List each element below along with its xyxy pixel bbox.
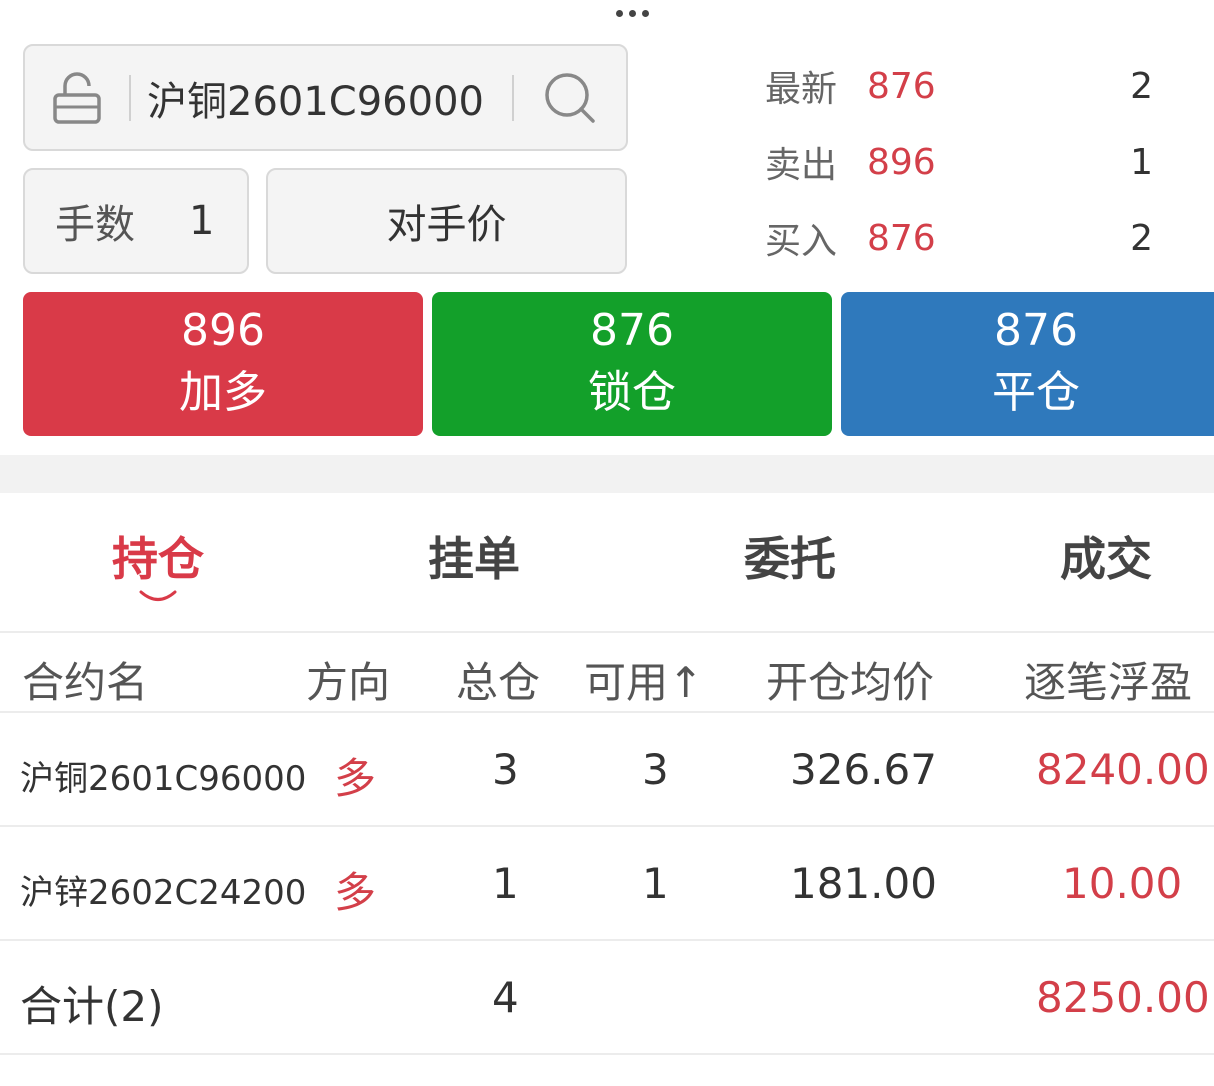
- tab-bar: 持仓 挂单 委托 成交: [0, 493, 1214, 631]
- float-pnl: 8240.00: [1036, 745, 1210, 794]
- close-label: 平仓: [992, 367, 1080, 418]
- quote-volume: 2: [1130, 65, 1153, 107]
- header-total[interactable]: 总仓: [456, 649, 540, 710]
- close-position-button[interactable]: 876 平仓: [841, 292, 1214, 436]
- avg-open-price: 326.67: [790, 745, 937, 794]
- buy-label: 加多: [179, 367, 267, 418]
- table-row[interactable]: 沪铜2601C96000 多 3 3 326.67 8240.00: [0, 713, 1214, 827]
- buy-long-button[interactable]: 896 加多: [23, 292, 423, 436]
- header-avg-price[interactable]: 开仓均价: [766, 649, 934, 710]
- direction: 多: [334, 868, 377, 917]
- available-position: 3: [642, 745, 669, 794]
- summary-row: 合计(2) 4 8250.00: [0, 941, 1214, 1055]
- quantity-value[interactable]: 1: [189, 198, 214, 244]
- summary-total: 4: [492, 973, 519, 1022]
- tab-pending-orders[interactable]: 挂单: [374, 523, 574, 589]
- quote-volume: 2: [1130, 217, 1153, 259]
- buy-price: 896: [181, 305, 265, 356]
- search-icon[interactable]: [514, 46, 626, 149]
- float-pnl: 10.00: [1062, 859, 1183, 908]
- active-tab-indicator: [139, 590, 177, 601]
- direction: 多: [334, 754, 377, 803]
- header-contract[interactable]: 合约名: [22, 649, 148, 710]
- lock-position-button[interactable]: 876 锁仓: [432, 292, 832, 436]
- quote-price: 876: [867, 217, 936, 259]
- contract-name: 沪铜2601C96000: [20, 759, 307, 799]
- quote-row-bid: 买入 876 2: [765, 208, 1165, 268]
- tab-positions[interactable]: 持仓: [58, 523, 258, 589]
- quote-row-latest: 最新 876 2: [765, 56, 1165, 116]
- total-position: 1: [492, 859, 519, 908]
- quote-price: 876: [867, 65, 936, 107]
- tab-orders[interactable]: 委托: [690, 523, 890, 589]
- lock-open-icon[interactable]: [25, 46, 129, 149]
- contract-name: 沪锌2602C24200: [20, 873, 307, 913]
- lock-price: 876: [590, 305, 674, 356]
- lock-label: 锁仓: [588, 367, 676, 418]
- summary-label: 合计(2): [20, 982, 164, 1031]
- quote-label: 买入: [765, 221, 838, 262]
- available-position: 1: [642, 859, 669, 908]
- header-direction[interactable]: 方向: [306, 649, 390, 710]
- header-pnl[interactable]: 逐笔浮盈: [1024, 649, 1192, 710]
- quote-label: 卖出: [765, 145, 838, 186]
- quote-label: 最新: [765, 69, 838, 110]
- close-price: 876: [994, 305, 1078, 356]
- tab-trades[interactable]: 成交: [1006, 523, 1206, 589]
- avg-open-price: 181.00: [790, 859, 937, 908]
- total-position: 3: [492, 745, 519, 794]
- table-header: 合约名 方向 总仓 可用↑ 开仓均价 逐笔浮盈: [0, 631, 1214, 713]
- quote-price: 896: [867, 141, 936, 183]
- section-divider: [0, 455, 1214, 493]
- quote-row-ask: 卖出 896 1: [765, 132, 1165, 192]
- header-available[interactable]: 可用↑: [584, 649, 703, 710]
- summary-pnl: 8250.00: [1036, 973, 1210, 1022]
- contract-code-input[interactable]: 沪铜2601C96000: [131, 69, 512, 127]
- quantity-label: 手数: [55, 202, 135, 248]
- contract-search-box[interactable]: 沪铜2601C96000: [23, 44, 628, 151]
- table-row[interactable]: 沪锌2602C24200 多 1 1 181.00 10.00: [0, 827, 1214, 941]
- quote-volume: 1: [1130, 141, 1153, 183]
- more-dots-icon[interactable]: [612, 4, 652, 22]
- quantity-field[interactable]: 手数 1: [23, 168, 249, 274]
- price-type-button[interactable]: 对手价: [266, 168, 627, 274]
